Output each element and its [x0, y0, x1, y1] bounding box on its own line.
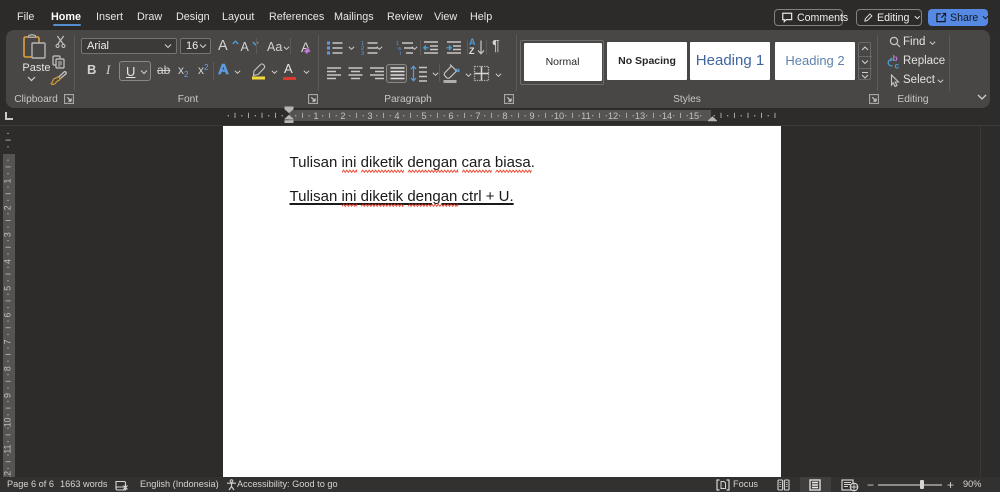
- svg-text:c: c: [895, 61, 900, 70]
- svg-text:7: 7: [475, 111, 480, 121]
- svg-text:13: 13: [635, 111, 645, 121]
- svg-text:7: 7: [3, 339, 13, 344]
- svg-text:3: 3: [367, 111, 372, 121]
- svg-text:10: 10: [3, 417, 13, 427]
- svg-text:3: 3: [3, 232, 13, 237]
- svg-text:14: 14: [662, 111, 672, 121]
- svg-text:9: 9: [529, 111, 534, 121]
- svg-text:1: 1: [313, 111, 318, 121]
- svg-text:8: 8: [502, 111, 507, 121]
- svg-text:5: 5: [2, 286, 12, 291]
- svg-text:8: 8: [3, 366, 13, 371]
- svg-text:10: 10: [554, 111, 564, 121]
- svg-text:5: 5: [421, 111, 426, 121]
- svg-text:2: 2: [340, 111, 345, 121]
- svg-text:4: 4: [394, 111, 399, 121]
- svg-text:4: 4: [2, 259, 12, 264]
- svg-text:3: 3: [361, 51, 364, 55]
- svg-text:11: 11: [2, 444, 12, 453]
- svg-text:i: i: [400, 51, 401, 55]
- svg-text:15: 15: [689, 111, 699, 121]
- svg-text:11: 11: [581, 111, 591, 121]
- svg-text:12: 12: [608, 111, 618, 121]
- svg-text:1: 1: [3, 179, 13, 184]
- svg-text:6: 6: [2, 313, 12, 318]
- svg-text:9: 9: [2, 393, 12, 398]
- svg-text:6: 6: [448, 111, 453, 121]
- svg-text:2: 2: [3, 205, 13, 210]
